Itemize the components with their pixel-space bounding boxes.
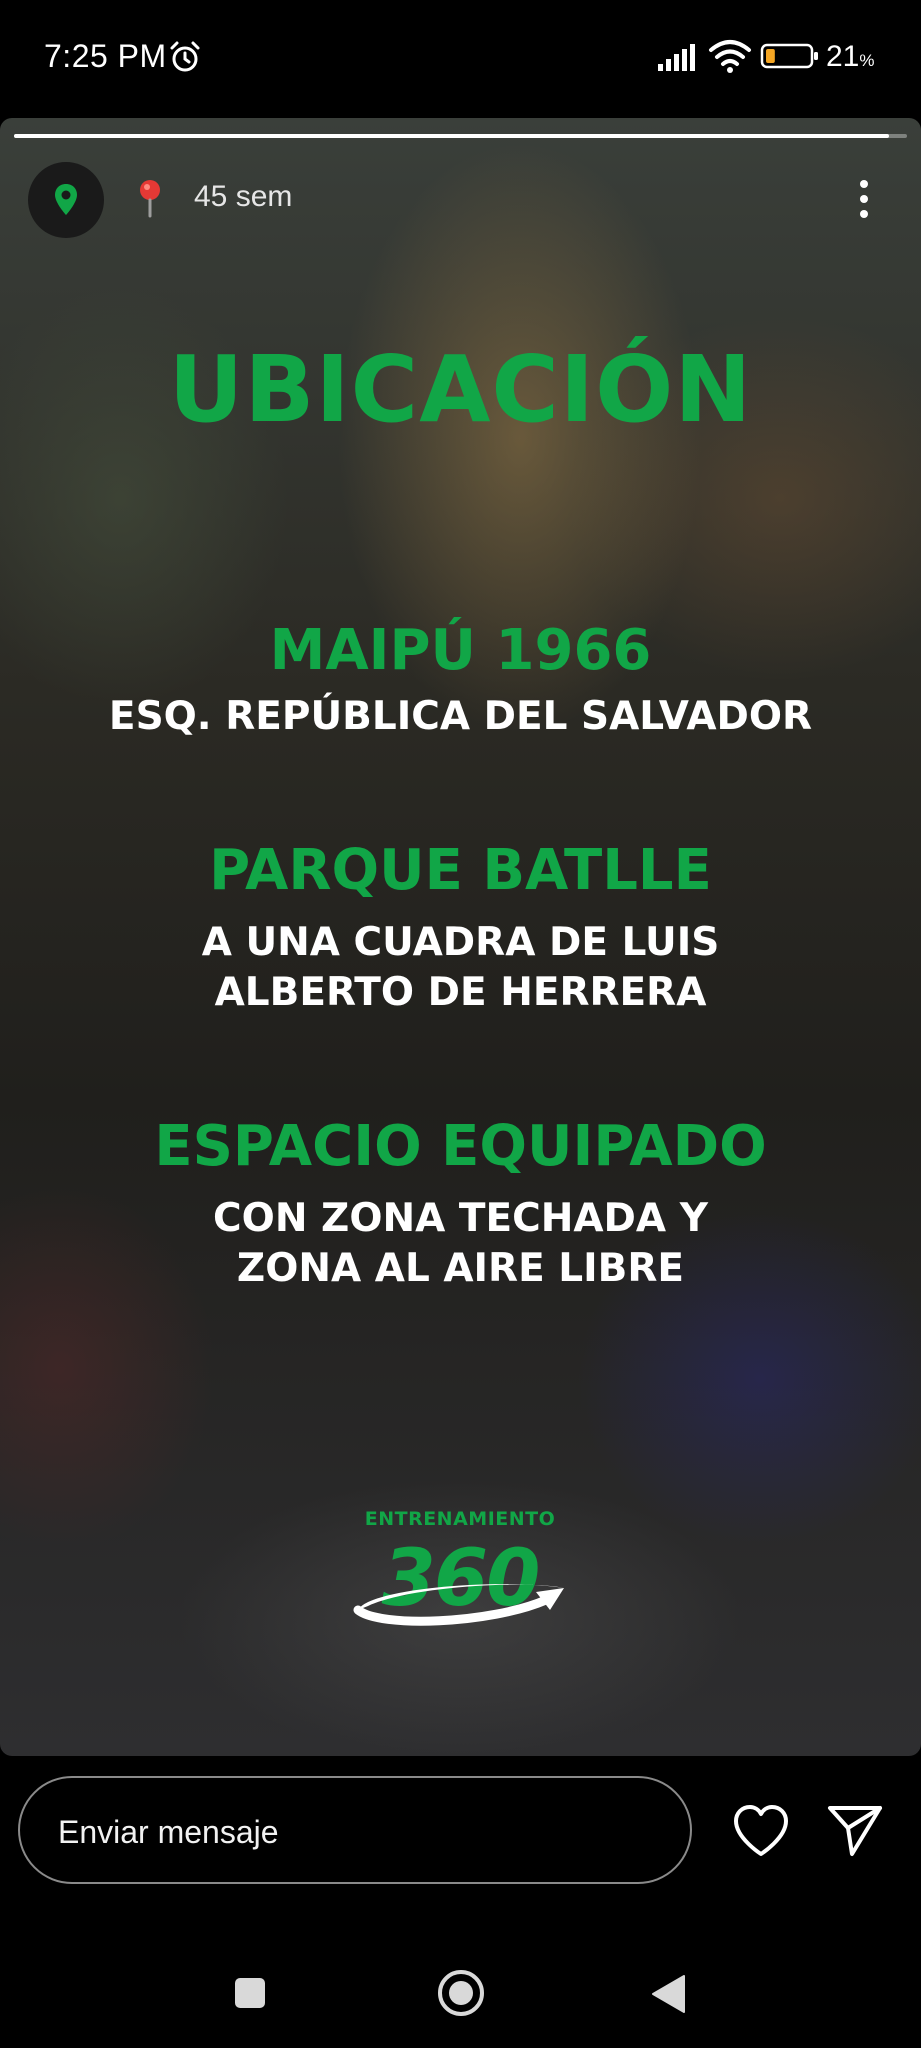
section-line: CON ZONA TECHADA Y <box>213 1196 708 1241</box>
battery-percent: 21% <box>826 40 875 73</box>
alarm-icon <box>170 41 200 72</box>
logo-swoosh-icon <box>353 1584 564 1626</box>
section-heading-park: PARQUE BATLLE <box>209 838 712 903</box>
message-input[interactable]: Enviar mensaje <box>18 1776 692 1884</box>
section-line: A UNA CUADRA DE LUIS <box>201 920 720 965</box>
map-pin-icon <box>55 184 77 215</box>
story-progress-track <box>14 134 907 138</box>
story-time-ago: 45 sem <box>194 180 293 213</box>
wifi-icon <box>709 40 751 73</box>
section-line: ZONA AL AIRE LIBRE <box>236 1246 685 1291</box>
section-line: ALBERTO DE HERRERA <box>214 970 707 1015</box>
status-bar: 7:25 PM 21% <box>0 0 921 118</box>
brand-logo: ENTRENAMIENTO 360 <box>340 1508 580 1648</box>
logo-top-text: ENTRENAMIENTO <box>364 1508 556 1530</box>
signal-icon <box>658 44 695 71</box>
avatar[interactable] <box>28 162 104 238</box>
status-time: 7:25 PM <box>44 38 167 74</box>
more-options-icon[interactable] <box>852 176 876 222</box>
section-heading-address: MAIPÚ 1966 <box>269 618 652 683</box>
back-icon[interactable] <box>650 1974 686 2014</box>
recents-icon[interactable] <box>233 1976 267 2010</box>
battery-icon <box>760 43 818 69</box>
story-progress-fill <box>14 134 890 138</box>
home-icon[interactable] <box>436 1968 486 2018</box>
story-viewer[interactable]: 45 sem UBICACIÓN MAIPÚ 1966 ESQ. REPÚBLI… <box>0 118 921 1756</box>
story-title: UBICACIÓN <box>168 336 753 443</box>
section-line: ESQ. REPÚBLICA DEL SALVADOR <box>108 694 813 739</box>
location-pin-icon <box>140 180 160 218</box>
message-placeholder: Enviar mensaje <box>58 1814 279 1850</box>
section-text-address: ESQ. REPÚBLICA DEL SALVADOR <box>0 692 921 742</box>
section-text-space: CON ZONA TECHADA Y ZONA AL AIRE LIBRE <box>0 1194 921 1294</box>
section-heading-space: ESPACIO EQUIPADO <box>154 1114 767 1179</box>
heart-icon[interactable] <box>732 1804 790 1858</box>
send-icon[interactable] <box>826 1802 884 1858</box>
section-text-park: A UNA CUADRA DE LUIS ALBERTO DE HERRERA <box>0 918 921 1018</box>
